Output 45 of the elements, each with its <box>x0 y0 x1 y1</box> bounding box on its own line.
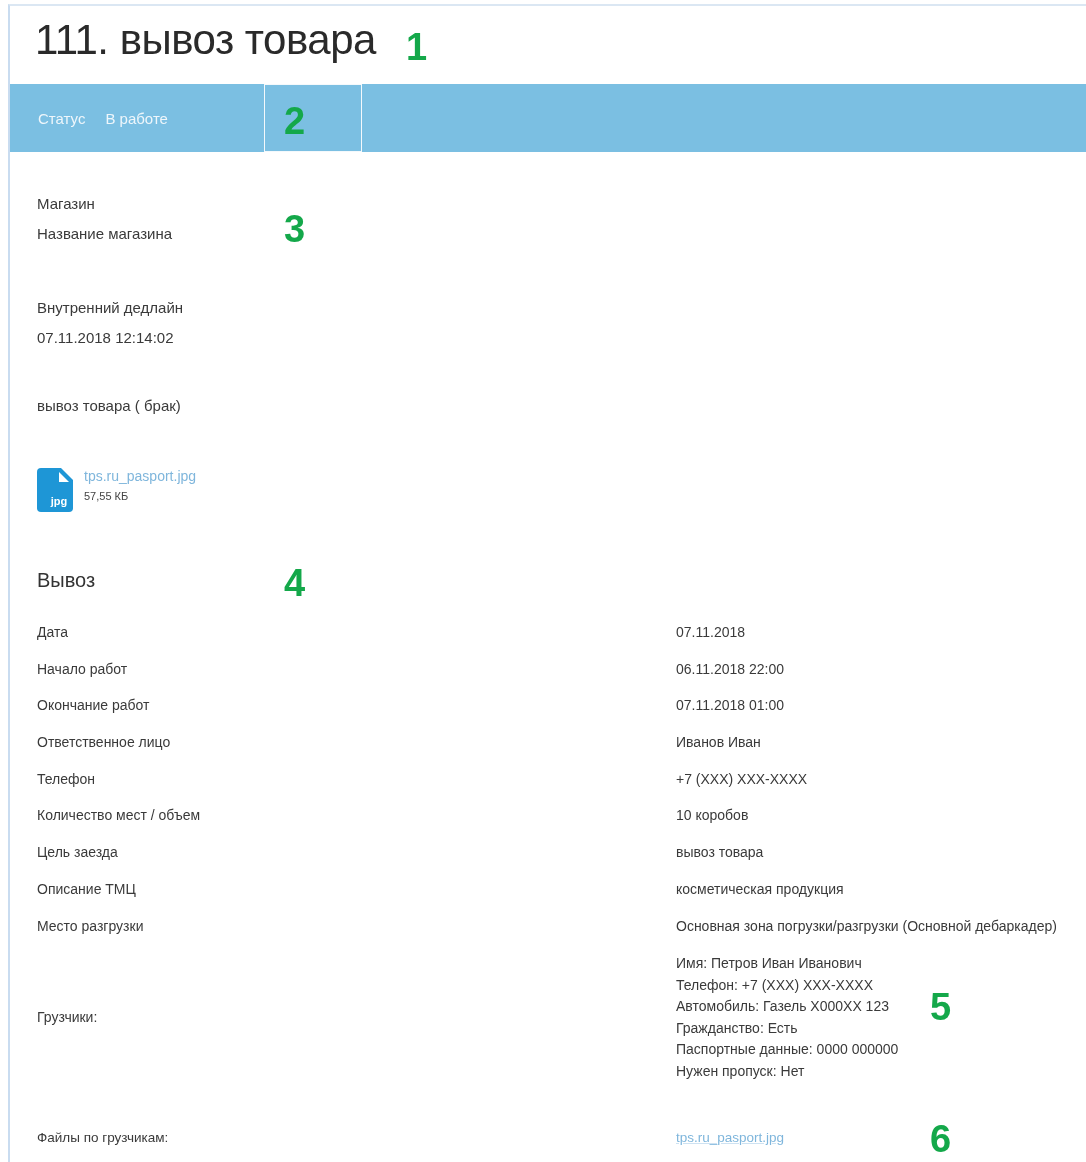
annotation-number: 2 <box>284 102 306 140</box>
status-label: Статус <box>38 109 86 127</box>
row-value: Основная зона погрузки/разгрузки (Основной дебаркадер) <box>676 916 1058 936</box>
annotation-number: 5 <box>930 988 952 1026</box>
description-text: вывоз товара ( брак) <box>37 396 182 416</box>
file-link[interactable]: tps.ru_pasport.jpg <box>84 468 197 484</box>
loader-detail: Гражданство: Есть <box>676 1018 798 1038</box>
loader-detail: Нужен пропуск: Нет <box>676 1061 805 1081</box>
loader-detail: Имя: Петров Иван Иванович <box>676 954 862 974</box>
row-label: Описание ТМЦ <box>37 879 137 899</box>
annotation-number: 3 <box>284 210 306 248</box>
row-value: вывоз товара <box>676 843 765 863</box>
row-label: Цель заезда <box>37 843 119 863</box>
row-label: Дата <box>37 623 69 642</box>
page-title: 111. вывоз товара <box>34 15 376 65</box>
row-value: Иванов Иван <box>676 733 762 753</box>
annotation-number: 6 <box>930 1120 952 1158</box>
row-value: 10 коробов <box>676 806 750 826</box>
row-value: 07.11.2018 <box>676 623 747 642</box>
loader-detail: Паспортные данные: 0000 000000 <box>676 1040 899 1060</box>
row-label: Количество мест / объем <box>37 806 202 826</box>
file-link[interactable]: tps.ru_pasport.jpg <box>676 1130 785 1146</box>
row-value: 07.11.2018 01:00 <box>676 696 785 716</box>
annotation-number: 4 <box>284 564 306 602</box>
annotation-number: 1 <box>406 28 428 66</box>
row-label: Грузчики: <box>37 1007 99 1027</box>
file-size: 57,55 КБ <box>84 490 130 502</box>
file-icon: jpg <box>37 468 73 512</box>
row-label: Ответственное лицо <box>37 733 172 753</box>
field-value: Название магазина <box>37 224 173 244</box>
loader-detail: Телефон: +7 (XXX) XXX-XXXX <box>676 975 873 995</box>
status-value: В работе <box>105 109 168 127</box>
field-label: Внутренний дедлайн <box>37 298 184 318</box>
row-label: Место разгрузки <box>37 916 145 936</box>
row-label: Начало работ <box>37 659 129 679</box>
section-title: Вывоз <box>37 569 96 592</box>
row-value: косметическая продукция <box>676 879 845 899</box>
field-label: Магазин <box>37 194 95 214</box>
row-value: 06.11.2018 22:00 <box>676 659 785 679</box>
field-value: 07.11.2018 12:14:02 <box>37 328 174 348</box>
row-label: Файлы по грузчикам: <box>37 1129 170 1148</box>
row-value: +7 (XXX) XXX-XXXX <box>676 769 809 789</box>
row-label: Телефон <box>37 769 97 789</box>
loader-detail: Автомобиль: Газель Х000ХХ 123 <box>676 997 889 1017</box>
row-label: Окончание работ <box>37 696 151 716</box>
